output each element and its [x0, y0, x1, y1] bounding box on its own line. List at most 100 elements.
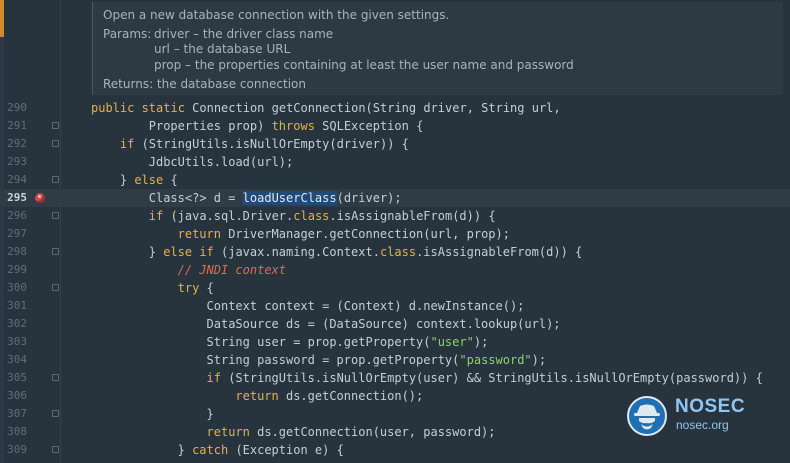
line-number[interactable]: 299 [0, 261, 27, 279]
code-text[interactable]: DataSource ds = (DataSource) context.loo… [207, 315, 561, 333]
code-token: "user" [430, 335, 474, 349]
line-number[interactable]: 301 [0, 297, 27, 315]
code-token: } [177, 443, 193, 457]
line-number[interactable]: 305 [0, 369, 27, 387]
selected-token: loadUserClass [242, 191, 337, 205]
line-number[interactable]: 302 [0, 315, 27, 333]
code-text[interactable]: return ds.getConnection(); [235, 387, 423, 405]
code-line[interactable]: 298 } else if (javax.naming.Context.class… [0, 243, 790, 261]
code-token: Context context = (Context) d.newInstanc… [206, 299, 525, 313]
line-number[interactable]: 304 [0, 351, 27, 369]
line-number[interactable]: 300 [0, 279, 27, 297]
code-line[interactable]: 302 DataSource ds = (DataSource) context.… [0, 315, 790, 333]
fold-marker-icon[interactable] [52, 410, 59, 417]
line-number[interactable]: 308 [0, 423, 27, 441]
nosec-watermark: NOSEC nosec.org [627, 394, 777, 444]
code-token: String password = prop.getProperty( [206, 353, 460, 367]
code-line[interactable]: 295 Class<?> d = loadUserClass(driver); [0, 189, 790, 207]
line-number[interactable]: 297 [0, 225, 27, 243]
code-line[interactable]: 292 if (StringUtils.isNullOrEmpty(driver)… [0, 135, 790, 153]
code-text[interactable]: String user = prop.getProperty("user"); [207, 333, 489, 351]
code-token: if [119, 137, 142, 151]
code-text[interactable]: } [207, 405, 214, 423]
line-number[interactable]: 290 [0, 99, 27, 117]
line-number[interactable]: 303 [0, 333, 27, 351]
line-number[interactable]: 307 [0, 405, 27, 423]
code-token: else if [163, 245, 221, 259]
javadoc-param-prop: prop – the properties containing at leas… [154, 58, 574, 72]
code-text[interactable]: Class<?> d = loadUserClass(driver); [149, 189, 402, 207]
javadoc-param-url: url – the database URL [154, 42, 291, 56]
code-line[interactable]: 305 if (StringUtils.isNullOrEmpty(user) &… [0, 369, 790, 387]
code-token: String user = prop.getProperty( [206, 335, 431, 349]
code-text[interactable]: // JNDI context [178, 261, 286, 279]
code-token: return [206, 425, 258, 439]
line-number[interactable]: 296 [0, 207, 27, 225]
brand-subtitle: nosec.org [676, 418, 729, 432]
code-token: { [206, 281, 214, 295]
brand-title: NOSEC [675, 396, 746, 417]
code-text[interactable]: return ds.getConnection(user, password); [207, 423, 496, 441]
code-text[interactable]: public static Connection getConnection(S… [91, 99, 561, 117]
code-line[interactable]: 301 Context context = (Context) d.newInst… [0, 297, 790, 315]
code-line[interactable]: 296 if (java.sql.Driver.class.isAssignabl… [0, 207, 790, 225]
code-token: return [177, 227, 229, 241]
code-text[interactable]: if (java.sql.Driver.class.isAssignableFr… [149, 207, 496, 225]
code-line[interactable]: 290 public static Connection getConnectio… [0, 99, 790, 117]
code-text[interactable]: } else if (javax.naming.Context.class.is… [149, 243, 583, 261]
line-number[interactable]: 295 [0, 189, 27, 207]
code-line[interactable]: 294 } else { [0, 171, 790, 189]
code-text[interactable]: return DriverManager.getConnection(url, … [178, 225, 510, 243]
line-number[interactable]: 293 [0, 153, 27, 171]
code-token: throws [271, 119, 323, 133]
code-line[interactable]: 299 // JNDI context [0, 261, 790, 279]
code-text[interactable]: if (StringUtils.isNullOrEmpty(driver)) { [120, 135, 409, 153]
code-text[interactable]: } catch (Exception e) { [178, 441, 344, 459]
code-text[interactable]: String password = prop.getProperty("pass… [207, 351, 547, 369]
code-line[interactable]: 293 JdbcUtils.load(url); [0, 153, 790, 171]
fold-marker-icon[interactable] [52, 374, 59, 381]
code-token: try [177, 281, 207, 295]
code-token: JdbcUtils.load(url); [148, 155, 294, 169]
line-number[interactable]: 306 [0, 387, 27, 405]
code-token: (Exception e) { [235, 443, 344, 457]
breakpoint-icon[interactable] [35, 193, 45, 203]
fold-marker-icon[interactable] [52, 248, 59, 255]
line-number[interactable]: 292 [0, 135, 27, 153]
code-text[interactable]: if (StringUtils.isNullOrEmpty(user) && S… [207, 369, 763, 387]
code-line[interactable]: 304 String password = prop.getProperty("p… [0, 351, 790, 369]
code-token: else [134, 173, 171, 187]
code-line[interactable]: 291 Properties prop) throws SQLException … [0, 117, 790, 135]
fold-marker-icon[interactable] [52, 122, 59, 129]
fold-marker-icon[interactable] [52, 446, 59, 453]
code-token: .isAssignableFrom(d)) { [416, 245, 583, 259]
code-token: } [206, 407, 214, 421]
fold-marker-icon[interactable] [52, 212, 59, 219]
fold-marker-icon[interactable] [52, 284, 59, 291]
code-token: class [293, 209, 330, 223]
code-token: if [206, 371, 229, 385]
javadoc-params-label: Params: [103, 27, 152, 41]
code-token: } [119, 173, 135, 187]
line-number[interactable]: 294 [0, 171, 27, 189]
code-token: ds.getConnection(); [285, 389, 424, 403]
line-number[interactable]: 298 [0, 243, 27, 261]
code-token: return [235, 389, 286, 403]
code-line[interactable]: 303 String user = prop.getProperty("user"… [0, 333, 790, 351]
code-text[interactable]: Context context = (Context) d.newInstanc… [207, 297, 525, 315]
code-token: "password" [459, 353, 532, 367]
line-number[interactable]: 309 [0, 441, 27, 459]
code-text[interactable]: Properties prop) throws SQLException { [149, 117, 424, 135]
code-token: Properties prop) [148, 119, 272, 133]
code-token: ds.getConnection(user, password); [257, 425, 496, 439]
code-text[interactable]: JdbcUtils.load(url); [149, 153, 294, 171]
code-line[interactable]: 297 return DriverManager.getConnection(ur… [0, 225, 790, 243]
fold-marker-icon[interactable] [52, 140, 59, 147]
code-line[interactable]: 300 try { [0, 279, 790, 297]
line-number[interactable]: 291 [0, 117, 27, 135]
code-text[interactable]: } else { [120, 171, 178, 189]
code-text[interactable]: try { [178, 279, 214, 297]
code-token: (StringUtils.isNullOrEmpty(user) && Stri… [228, 371, 763, 385]
fold-marker-icon[interactable] [52, 176, 59, 183]
code-token: ); [473, 335, 489, 349]
